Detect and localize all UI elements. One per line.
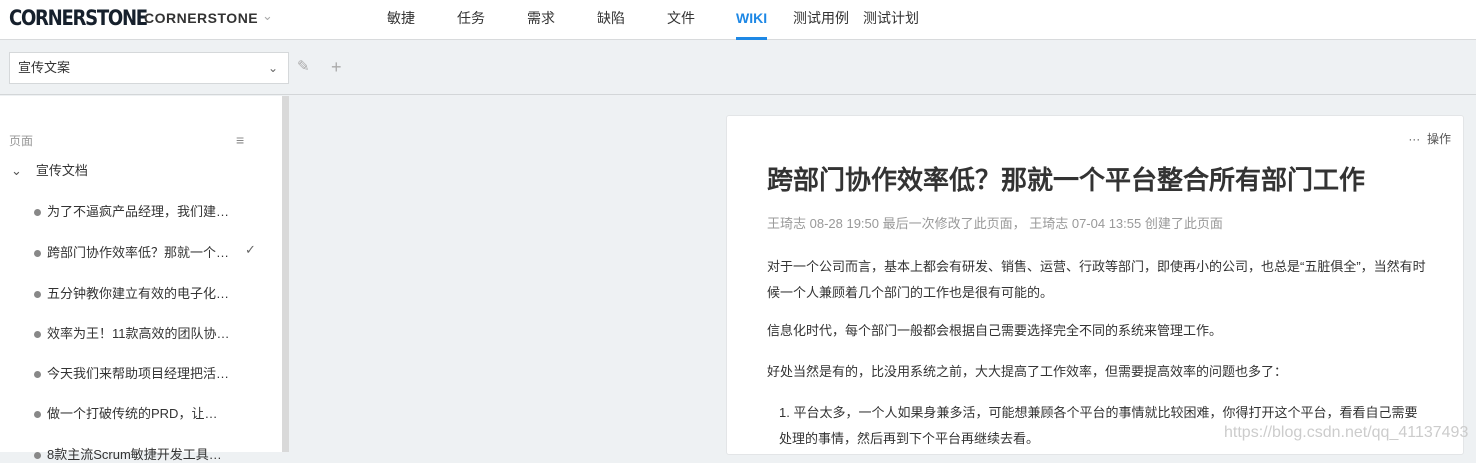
bullet-icon xyxy=(34,411,41,419)
tree-item-label: 做一个打破传统的PRD，让… xyxy=(47,406,218,421)
bullet-icon xyxy=(34,371,41,379)
nav-defects[interactable]: 缺陷 xyxy=(597,0,625,40)
operations-menu[interactable]: ··· 操作 xyxy=(1408,130,1451,147)
sidebar-scrollbar[interactable] xyxy=(282,96,289,452)
nav-test-cases[interactable]: 测试用例 xyxy=(793,0,849,40)
chevron-down-icon: ⌄ xyxy=(267,61,278,75)
nav-requirements[interactable]: 需求 xyxy=(527,0,555,40)
bullet-icon xyxy=(34,291,41,299)
tree-item-label: 效率为王！11款高效的团队协… xyxy=(47,326,230,341)
watermark: https://blog.csdn.net/qq_41137493 xyxy=(1224,424,1469,441)
tree-item[interactable]: 效率为王！11款高效的团队协… xyxy=(34,323,230,342)
tree-item[interactable]: 五分钟教你建立有效的电子化… xyxy=(34,283,229,302)
space-select[interactable]: 宣传文案 ⌄ xyxy=(9,52,289,84)
tree-item-label: 五分钟教你建立有效的电子化… xyxy=(47,286,230,301)
nav-test-plans[interactable]: 测试计划 xyxy=(863,0,919,40)
bullet-icon xyxy=(34,452,41,460)
sidebar-heading: 页面 xyxy=(9,134,34,148)
logo[interactable]: CORNERSTONE xyxy=(9,6,148,30)
tree-item-label: 8款主流Scrum敏捷开发工具… xyxy=(47,447,222,462)
paragraph: 对于一个公司而言，基本上都会有研发、销售、运营、行政等部门，即使再小的公司，也总… xyxy=(767,259,1426,300)
nav-agile[interactable]: 敏捷 xyxy=(387,0,415,40)
top-bar: CORNERSTONE CORNERSTONE ⌄ 敏捷 任务 需求 缺陷 文件… xyxy=(0,0,1476,40)
wiki-page: ··· 操作 跨部门协作效率低？那就一个平台整合所有部门工作 王琦志 08-28… xyxy=(726,115,1464,455)
tree-item[interactable]: 做一个打破传统的PRD，让… xyxy=(34,403,217,422)
operations-label: 操作 xyxy=(1426,132,1451,146)
page-meta: 王琦志 08-28 19:50 最后一次修改了此页面， 王琦志 07-04 13… xyxy=(767,216,1223,231)
bullet-icon xyxy=(34,250,41,258)
tree-item[interactable]: 今天我们来帮助项目经理把活… xyxy=(34,363,229,382)
nav-wiki[interactable]: WIKI xyxy=(736,0,768,40)
nav-files[interactable]: 文件 xyxy=(667,0,695,40)
tree-folder[interactable]: ⌄ 宣传文档 xyxy=(11,160,102,179)
paragraph: 信息化时代，每个部门一般都会根据自己需要选择完全不同的系统来管理工作。 xyxy=(767,323,1223,338)
tree-item-selected[interactable]: 跨部门协作效率低？那就一个… xyxy=(34,242,229,261)
toolbar: 宣传文案 ⌄ ✎ + xyxy=(0,41,1476,95)
menu-icon[interactable]: ≡ xyxy=(236,132,244,148)
tree-item-label: 跨部门协作效率低？那就一个… xyxy=(47,245,230,260)
page-title: 跨部门协作效率低？那就一个平台整合所有部门工作 xyxy=(767,165,1366,195)
tree-item[interactable]: 8款主流Scrum敏捷开发工具… xyxy=(34,444,222,463)
space-select-value: 宣传文案 xyxy=(18,60,71,75)
chevron-down-icon[interactable]: ⌄ xyxy=(11,163,22,178)
tree-item[interactable]: 为了不逼疯产品经理，我们建… xyxy=(34,201,229,220)
tree-item-label: 今天我们来帮助项目经理把活… xyxy=(47,366,230,381)
bullet-icon xyxy=(34,331,41,339)
chevron-down-icon[interactable]: ⌄ xyxy=(262,8,273,24)
paragraph: 好处当然是有的，比没用系统之前，大大提高了工作效率，但需要提高效率的问题也多了： xyxy=(767,364,1288,379)
tree-item-label: 为了不逼疯产品经理，我们建… xyxy=(47,204,230,219)
more-icon: ··· xyxy=(1408,132,1421,146)
project-switcher[interactable]: CORNERSTONE xyxy=(144,10,258,26)
check-icon: ✓ xyxy=(245,242,256,257)
page-tree-sidebar: 页面 ≡ ⌄ 宣传文档 为了不逼疯产品经理，我们建… 跨部门协作效率低？那就一个…… xyxy=(0,96,284,462)
nav-tasks[interactable]: 任务 xyxy=(457,0,485,40)
bullet-icon xyxy=(34,209,41,217)
folder-label: 宣传文档 xyxy=(35,163,88,178)
plus-icon[interactable]: + xyxy=(331,57,342,77)
pencil-icon[interactable]: ✎ xyxy=(297,57,310,77)
